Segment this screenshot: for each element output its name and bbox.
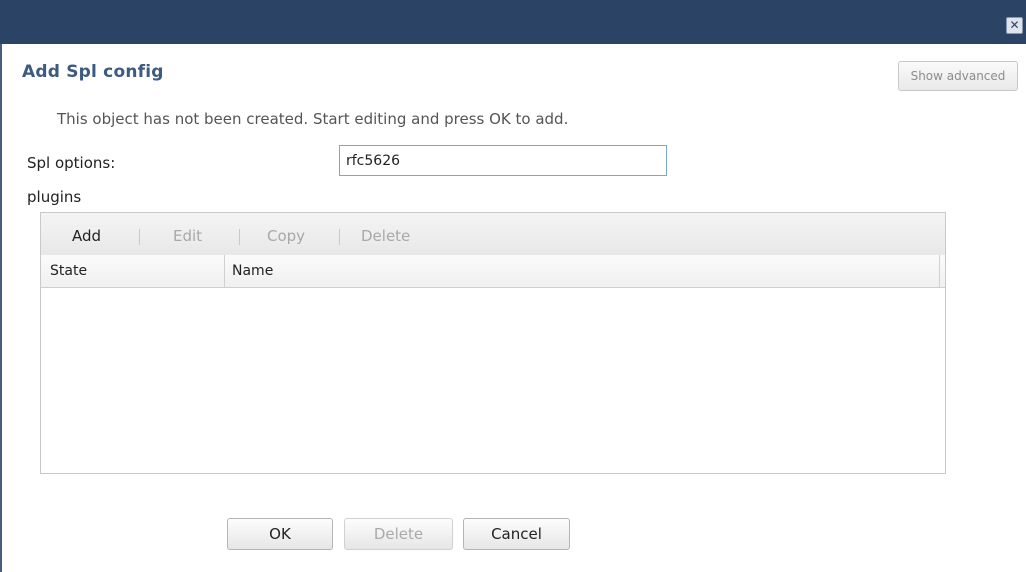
delete-button[interactable]: Delete (344, 518, 453, 550)
show-advanced-button[interactable]: Show advanced (898, 61, 1018, 91)
plugins-toolbar: Add Edit Copy Delete (41, 213, 945, 256)
info-message: This object has not been created. Start … (57, 110, 569, 128)
cancel-button[interactable]: Cancel (463, 518, 570, 550)
plugins-grid: Add Edit Copy Delete State Name (40, 212, 946, 474)
spl-options-label: Spl options: (27, 154, 116, 172)
plugins-section-label: plugins (27, 188, 82, 206)
column-header-state[interactable]: State (50, 255, 87, 287)
toolbar-separator (339, 229, 340, 245)
window-left-edge (0, 0, 2, 572)
add-button[interactable]: Add (72, 227, 101, 245)
column-header-name[interactable]: Name (232, 255, 273, 287)
dialog-title: Add Spl config (22, 62, 164, 82)
plugins-grid-header: State Name (41, 255, 945, 288)
dialog-window: ✕ Add Spl config Show advanced This obje… (0, 0, 1026, 572)
ok-button[interactable]: OK (227, 518, 333, 550)
close-icon[interactable]: ✕ (1006, 17, 1023, 34)
column-divider[interactable] (939, 255, 940, 287)
copy-button[interactable]: Copy (267, 227, 305, 245)
dialog-titlebar[interactable]: ✕ (0, 0, 1026, 44)
edit-button[interactable]: Edit (173, 227, 202, 245)
spl-options-input[interactable] (339, 145, 667, 176)
plugins-grid-body (41, 288, 945, 473)
delete-plugin-button[interactable]: Delete (361, 227, 410, 245)
toolbar-separator (239, 229, 240, 245)
column-divider[interactable] (224, 255, 225, 287)
toolbar-separator (139, 229, 140, 245)
